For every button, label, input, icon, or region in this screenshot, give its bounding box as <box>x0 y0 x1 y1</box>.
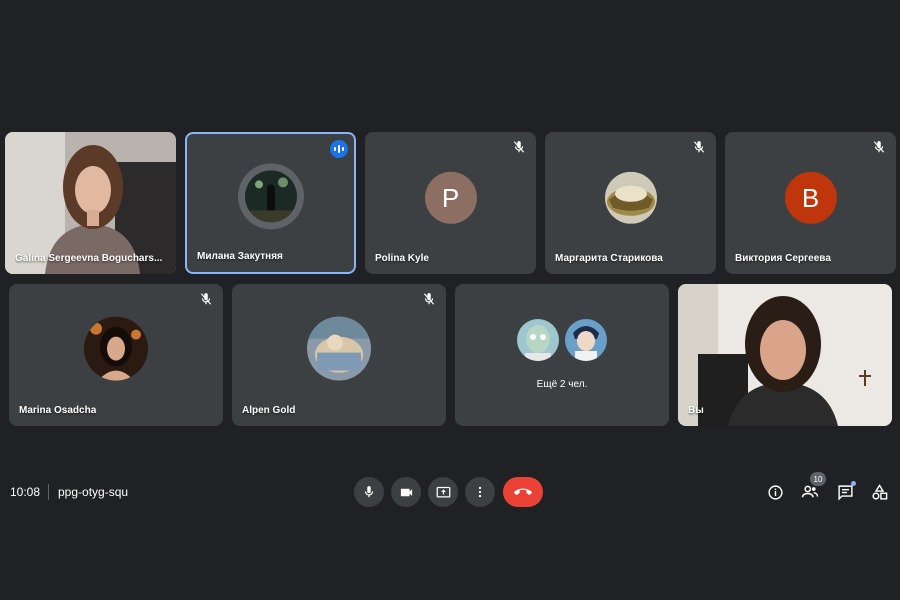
mic-button[interactable] <box>354 477 384 507</box>
participant-name: Alpen Gold <box>242 405 296 416</box>
mic-off-icon <box>513 141 525 153</box>
more-avatars <box>515 317 609 363</box>
more-participants-tile[interactable]: Ещё 2 чел. <box>455 284 669 426</box>
chat-icon <box>837 484 853 501</box>
avatar <box>604 171 657 224</box>
speaking-indicator-icon <box>330 140 348 158</box>
participant-tile-margarita[interactable]: Маргарита Старикова <box>545 132 716 274</box>
participant-name: Polina Kyle <box>375 253 429 264</box>
avatar <box>84 316 148 381</box>
participant-name: Вы <box>688 405 704 416</box>
participant-tile-self[interactable]: Вы <box>678 284 892 426</box>
info-icon <box>767 484 783 500</box>
more-options-icon <box>478 486 482 498</box>
hang-up-button[interactable] <box>503 477 543 507</box>
avatar <box>515 317 561 363</box>
participant-tile-milana[interactable]: Милана Закутняя <box>185 132 356 274</box>
mic-off-icon <box>200 293 212 305</box>
mic-off-icon <box>693 141 705 153</box>
participants-count-badge: 10 <box>810 472 826 486</box>
mic-off-icon <box>423 293 435 305</box>
meeting-info-button[interactable] <box>766 483 784 501</box>
meeting-toolbar: 10:08 ppg-otyg-squ 10 <box>0 472 900 512</box>
present-screen-icon <box>436 486 450 497</box>
avatar <box>237 163 304 230</box>
camera-icon <box>400 488 412 496</box>
divider <box>48 484 49 500</box>
participant-tile-polina[interactable]: P Polina Kyle <box>365 132 536 274</box>
participant-tile-marina[interactable]: Marina Osadcha <box>9 284 223 426</box>
participant-tile-alpen-gold[interactable]: Alpen Gold <box>232 284 446 426</box>
avatar: P <box>424 171 477 224</box>
mic-off-icon <box>873 141 885 153</box>
meeting-code: ppg-otyg-squ <box>58 485 129 499</box>
chat-button[interactable] <box>836 481 856 501</box>
avatar <box>563 317 609 363</box>
meeting-clock: 10:08 <box>10 485 41 499</box>
activities-button[interactable] <box>870 483 888 501</box>
more-participants-label: Ещё 2 чел. <box>536 379 588 390</box>
participants-button[interactable]: 10 <box>801 472 826 501</box>
avatar <box>307 316 371 381</box>
unread-dot <box>851 481 856 486</box>
participant-video-self <box>678 284 892 426</box>
activities-icon <box>871 483 887 500</box>
participant-tile-viktoria[interactable]: B Виктория Сергеева <box>725 132 896 274</box>
participant-name: Милана Закутняя <box>197 251 283 262</box>
participant-name: Galina Sergeevna Boguchars... <box>15 253 163 264</box>
participant-tile-galina[interactable]: Galina Sergeevna Boguchars... <box>5 132 176 274</box>
present-screen-button[interactable] <box>428 477 458 507</box>
camera-button[interactable] <box>391 477 421 507</box>
avatar: B <box>784 171 837 224</box>
participant-name: Виктория Сергеева <box>735 253 831 264</box>
participant-name: Маргарита Старикова <box>555 253 663 264</box>
participant-name: Marina Osadcha <box>19 405 97 416</box>
mic-icon <box>364 486 374 498</box>
more-options-button[interactable] <box>465 477 495 507</box>
hang-up-icon <box>514 488 532 495</box>
